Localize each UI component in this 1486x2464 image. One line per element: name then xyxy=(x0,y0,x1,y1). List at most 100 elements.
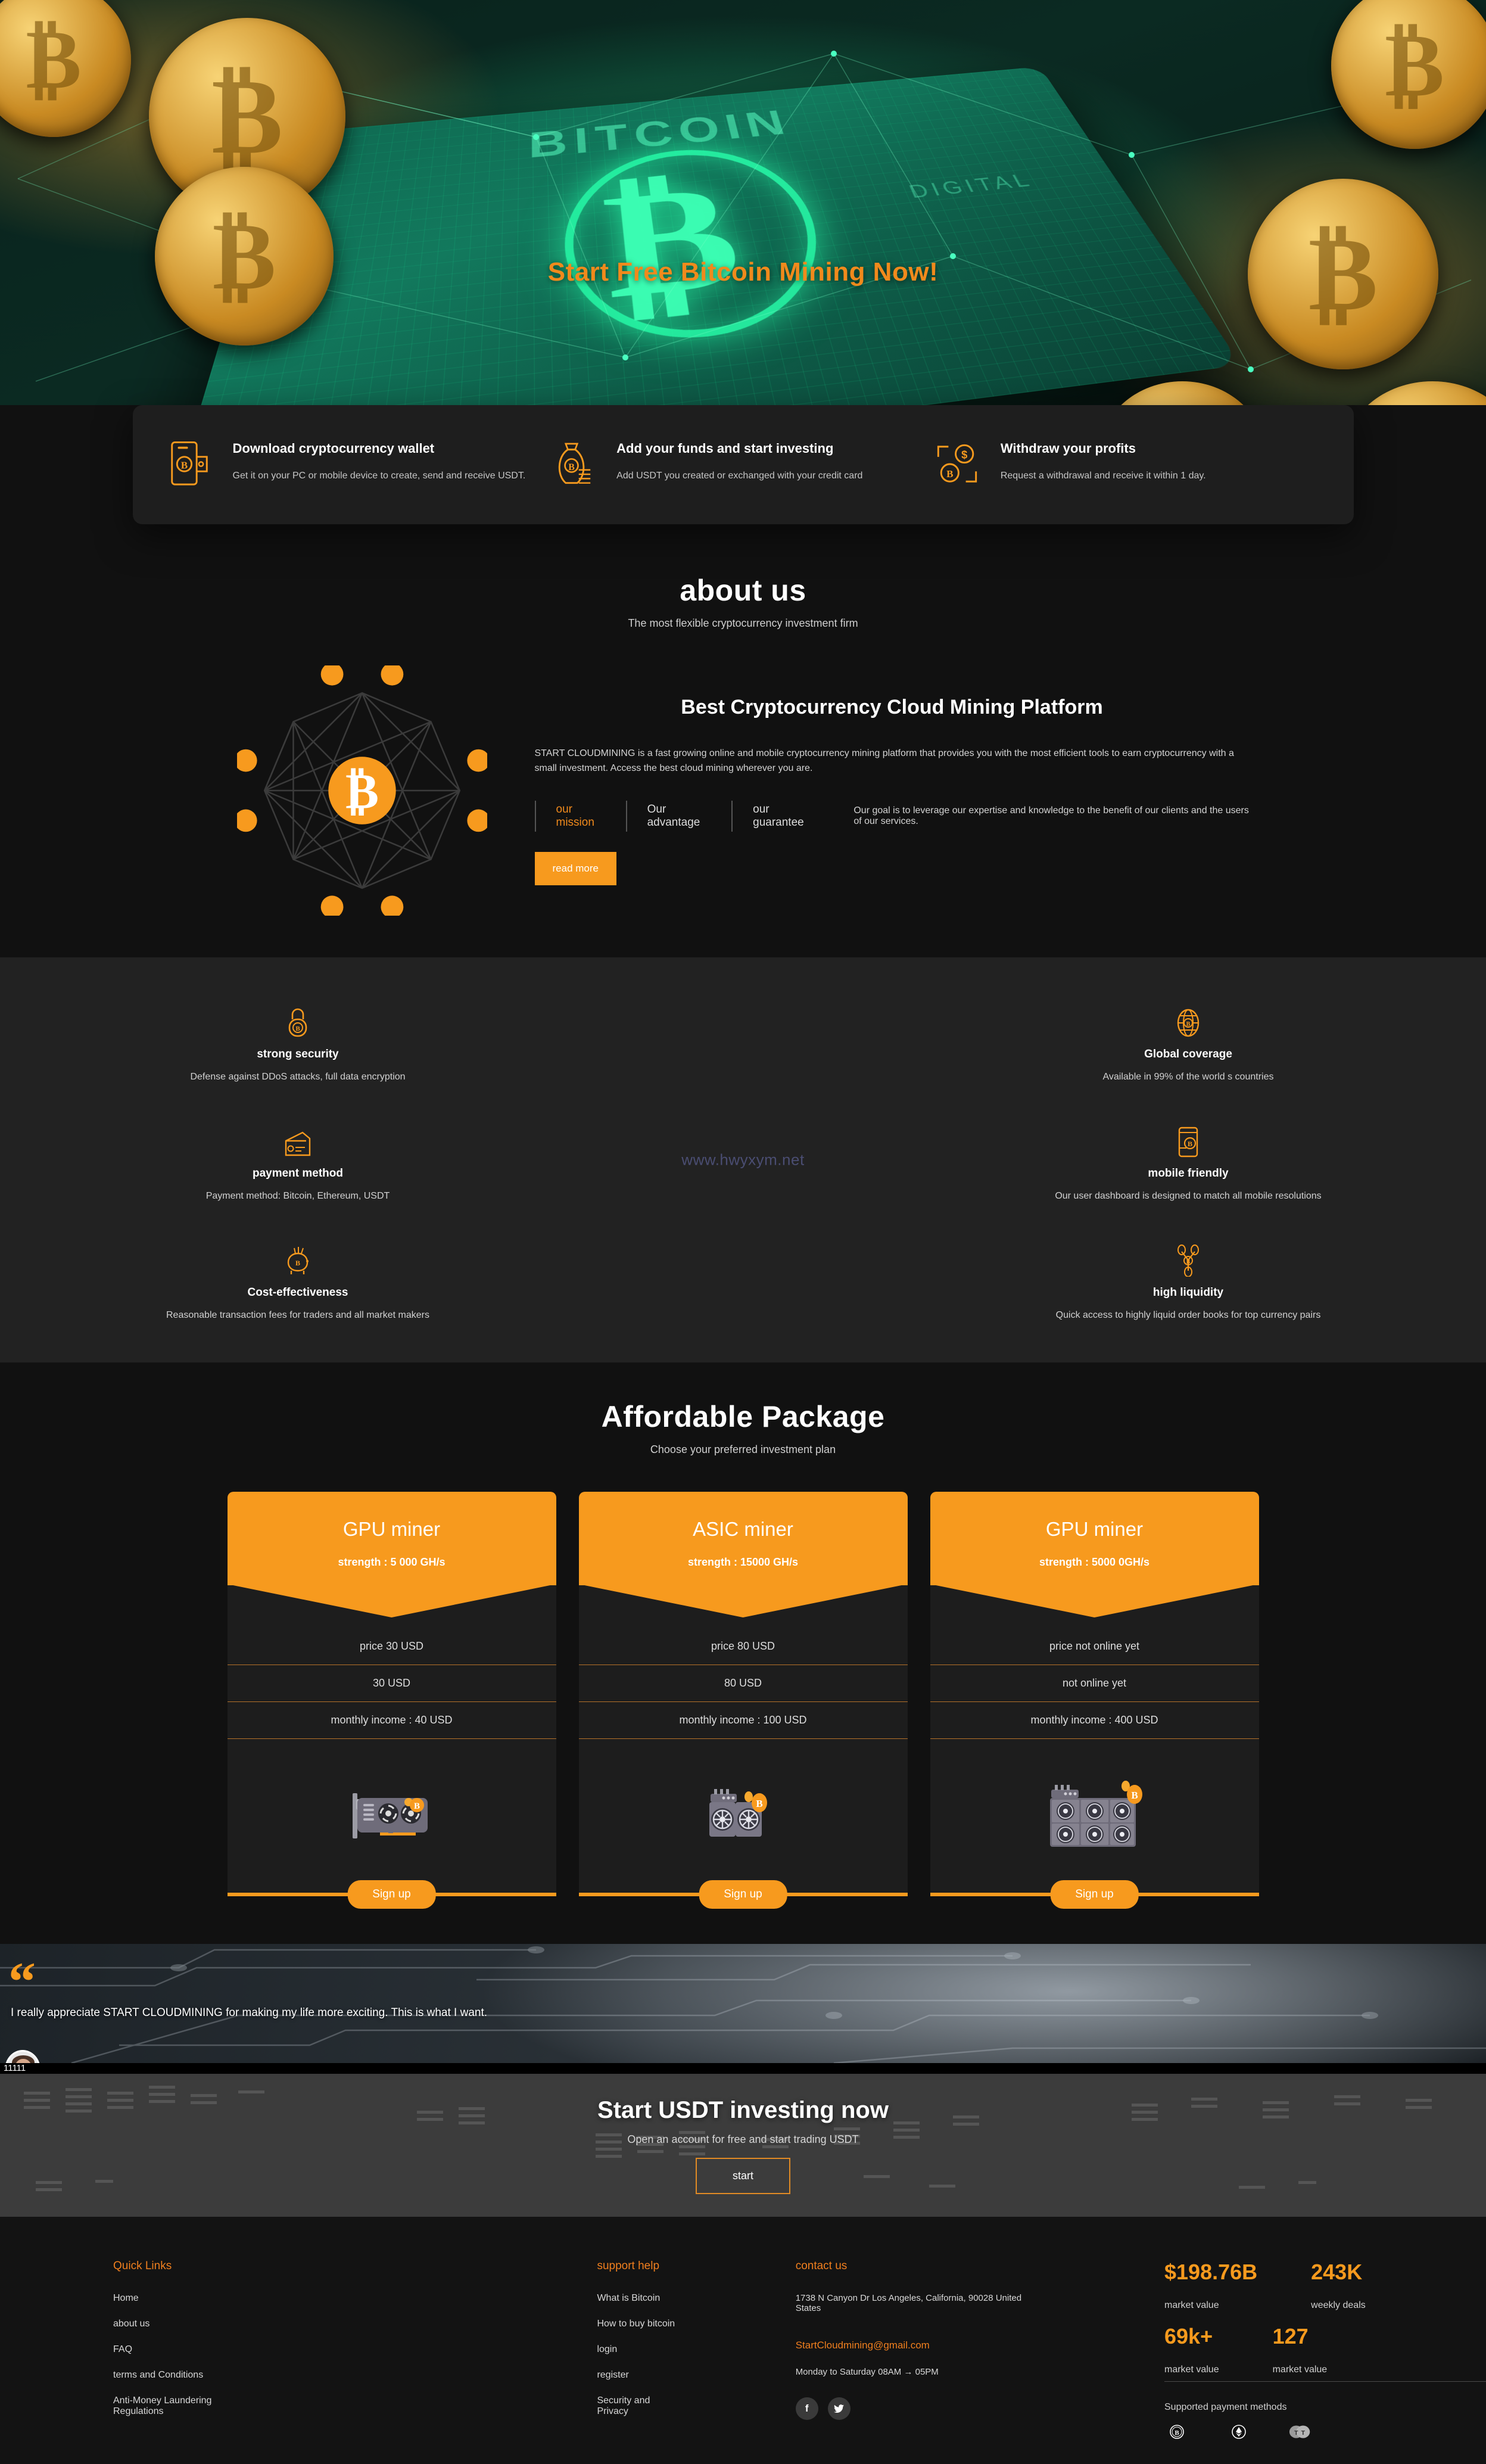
package-name: GPU miner xyxy=(1045,1518,1144,1540)
footer-support-help: support help What is Bitcoin How to buy … xyxy=(251,2260,676,2440)
footer-socials: f xyxy=(795,2397,1027,2420)
package-price: price 30 USD xyxy=(227,1628,556,1665)
feature-desc: Quick access to highly liquid order book… xyxy=(1055,1310,1321,1320)
asic-2-unit-illustration: B xyxy=(579,1739,908,1893)
footer-link-terms[interactable]: terms and Conditions xyxy=(113,2370,251,2381)
package-income: monthly income : 40 USD xyxy=(227,1702,556,1739)
bitcoin-coin-icon: B xyxy=(1164,2423,1189,2440)
footer-email[interactable]: StartCloudmining@gmail.com xyxy=(796,2339,1027,2351)
tab-our-advantage[interactable]: Our advantage xyxy=(625,801,732,832)
stat-label: weekly deals xyxy=(1311,2300,1366,2310)
svg-text:$: $ xyxy=(961,448,967,461)
stats-row-1: $198.76B market value 243K weekly deals xyxy=(1164,2260,1486,2311)
mobile-wallet-icon: B xyxy=(170,441,208,486)
stat-market-value-1: $198.76B market value xyxy=(1164,2260,1257,2311)
packages-section: Affordable Package Choose your preferred… xyxy=(0,1362,1486,1944)
about-heading: Best Cryptocurrency Cloud Mining Platfor… xyxy=(681,695,1103,718)
footer-link-what-is-bitcoin[interactable]: What is Bitcoin xyxy=(597,2293,676,2304)
signup-button[interactable]: Sign up xyxy=(1050,1880,1139,1909)
footer-contact: contact us 1738 N Canyon Dr Los Angeles,… xyxy=(677,2260,1027,2440)
footer-link-how-to-buy[interactable]: How to buy bitcoin xyxy=(597,2319,676,2329)
package-strength: strength : 5 000 GH/s xyxy=(338,1556,446,1568)
stats-divider xyxy=(1164,2381,1486,2382)
twitter-icon[interactable] xyxy=(827,2397,851,2420)
footer-link-about-us[interactable]: about us xyxy=(113,2319,251,2329)
stats-row-2: 69k+ market value 127 market value xyxy=(1164,2324,1486,2375)
step-desc: Request a withdrawal and receive it with… xyxy=(1000,471,1206,481)
start-button[interactable]: start xyxy=(695,2157,790,2194)
site-watermark: www.hwyxym.net xyxy=(681,1150,805,1169)
cta-section: Start USDT investing now Open an account… xyxy=(0,2074,1486,2217)
footer-heading: Quick Links xyxy=(113,2260,172,2272)
withdraw-exchange-icon: $ B xyxy=(937,444,977,483)
about-title: about us xyxy=(680,574,806,607)
svg-text:B: B xyxy=(946,468,953,480)
padlock-bitcoin-icon: B xyxy=(131,1000,465,1038)
package-card: ASIC miner strength : 15000 GH/s price 8… xyxy=(578,1492,908,1909)
feature-desc: Payment method: Bitcoin, Ethereum, USDT xyxy=(205,1191,390,1201)
cta-subtext: Open an account for free and start tradi… xyxy=(627,2133,859,2145)
feature-desc: Available in 99% of the world s countrie… xyxy=(1102,1072,1274,1082)
facebook-icon[interactable]: f xyxy=(795,2397,818,2420)
package-income: monthly income : 400 USD xyxy=(930,1702,1259,1739)
feature-item: B high liquidity Quick access to highly … xyxy=(1021,1239,1355,1321)
features-section: B strong security Defense against DDoS a… xyxy=(0,957,1486,1362)
step-desc: Add USDT you created or exchanged with y… xyxy=(616,471,863,481)
package-card-header: GPU miner strength : 5 000 GH/s xyxy=(227,1492,556,1585)
feature-item: B Global coverage Available in 99% of th… xyxy=(1021,1000,1355,1082)
step-item: B Download cryptocurrency wallet Get it … xyxy=(167,441,552,487)
about-paragraph: START CLOUDMINING is a fast growing onli… xyxy=(534,748,1234,773)
footer-link-aml[interactable]: Anti-Money Laundering Regulations xyxy=(113,2395,251,2417)
quote-icon: “ xyxy=(8,1951,36,2012)
svg-text:B: B xyxy=(1186,1259,1191,1265)
tab-our-guarantee[interactable]: our guarantee xyxy=(731,801,833,832)
step-desc: Get it on your PC or mobile device to cr… xyxy=(232,471,526,481)
step-title: Download cryptocurrency wallet xyxy=(232,441,435,456)
footer-link-faq[interactable]: FAQ xyxy=(113,2344,251,2355)
package-card: GPU miner strength : 5000 0GH/s price no… xyxy=(930,1492,1259,1909)
signup-button[interactable]: Sign up xyxy=(347,1880,436,1909)
footer-stats: $198.76B market value 243K weekly deals … xyxy=(1027,2260,1486,2440)
stat-market-value-2: 69k+ market value xyxy=(1164,2324,1219,2375)
tab-our-mission[interactable]: our mission xyxy=(534,801,626,832)
feature-title: strong security xyxy=(257,1048,339,1060)
package-price: price not online yet xyxy=(930,1628,1259,1665)
stat-label: market value xyxy=(1164,2365,1219,2375)
steps-section: B Download cryptocurrency wallet Get it … xyxy=(0,405,1486,552)
stat-value: 127 xyxy=(1272,2324,1309,2348)
about-text-block: Best Cryptocurrency Cloud Mining Platfor… xyxy=(487,696,1250,886)
step-item: B Add your funds and start investing Add… xyxy=(551,441,935,487)
step-item: $ B Withdraw your profits Request a with… xyxy=(935,441,1319,487)
asic-6-unit-illustration: B xyxy=(930,1739,1259,1893)
stat-value: $198.76B xyxy=(1164,2260,1258,2284)
footer-address: 1738 N Canyon Dr Los Angeles, California… xyxy=(795,2293,1022,2313)
package-price: price 80 USD xyxy=(578,1628,908,1665)
footer-link-register[interactable]: register xyxy=(597,2370,676,2381)
footer-heading: support help xyxy=(597,2260,660,2272)
package-card-header: GPU miner strength : 5000 0GH/s xyxy=(930,1492,1259,1585)
testimonial-text: I really appreciate START CLOUDMINING fo… xyxy=(11,2006,488,2019)
feature-item: B strong security Defense against DDoS a… xyxy=(131,1000,465,1082)
payments-heading: Supported payment methods xyxy=(1164,2402,1287,2412)
stat-value: 69k+ xyxy=(1164,2324,1213,2348)
svg-text:B: B xyxy=(1131,1790,1138,1801)
footer-heading: contact us xyxy=(795,2260,848,2272)
feature-desc: Defense against DDoS attacks, full data … xyxy=(190,1072,406,1082)
signup-button[interactable]: Sign up xyxy=(699,1880,787,1909)
feature-desc: Reasonable transaction fees for traders … xyxy=(166,1310,429,1320)
footer-link-login[interactable]: login xyxy=(597,2344,676,2355)
about-section: about us The most flexible cryptocurrenc… xyxy=(0,552,1486,957)
svg-text:B: B xyxy=(1188,1140,1192,1148)
step-title: Add your funds and start investing xyxy=(616,441,834,456)
circuit-background xyxy=(0,1946,1486,2063)
svg-text:B: B xyxy=(180,459,187,471)
footer-link-home[interactable]: Home xyxy=(113,2293,251,2304)
package-amount: not online yet xyxy=(930,1665,1259,1702)
footer-link-security-privacy[interactable]: Security and Privacy xyxy=(597,2395,676,2417)
package-card-body: price 80 USD 80 USD monthly income : 100… xyxy=(578,1585,908,1909)
read-more-button[interactable]: read more xyxy=(534,852,616,886)
stat-weekly-deals: 243K weekly deals xyxy=(1311,2260,1366,2311)
svg-text:B: B xyxy=(413,1802,419,1811)
coin-stack-left-top: ₿ xyxy=(0,0,131,137)
network-coins-icon: B xyxy=(1021,1239,1355,1277)
